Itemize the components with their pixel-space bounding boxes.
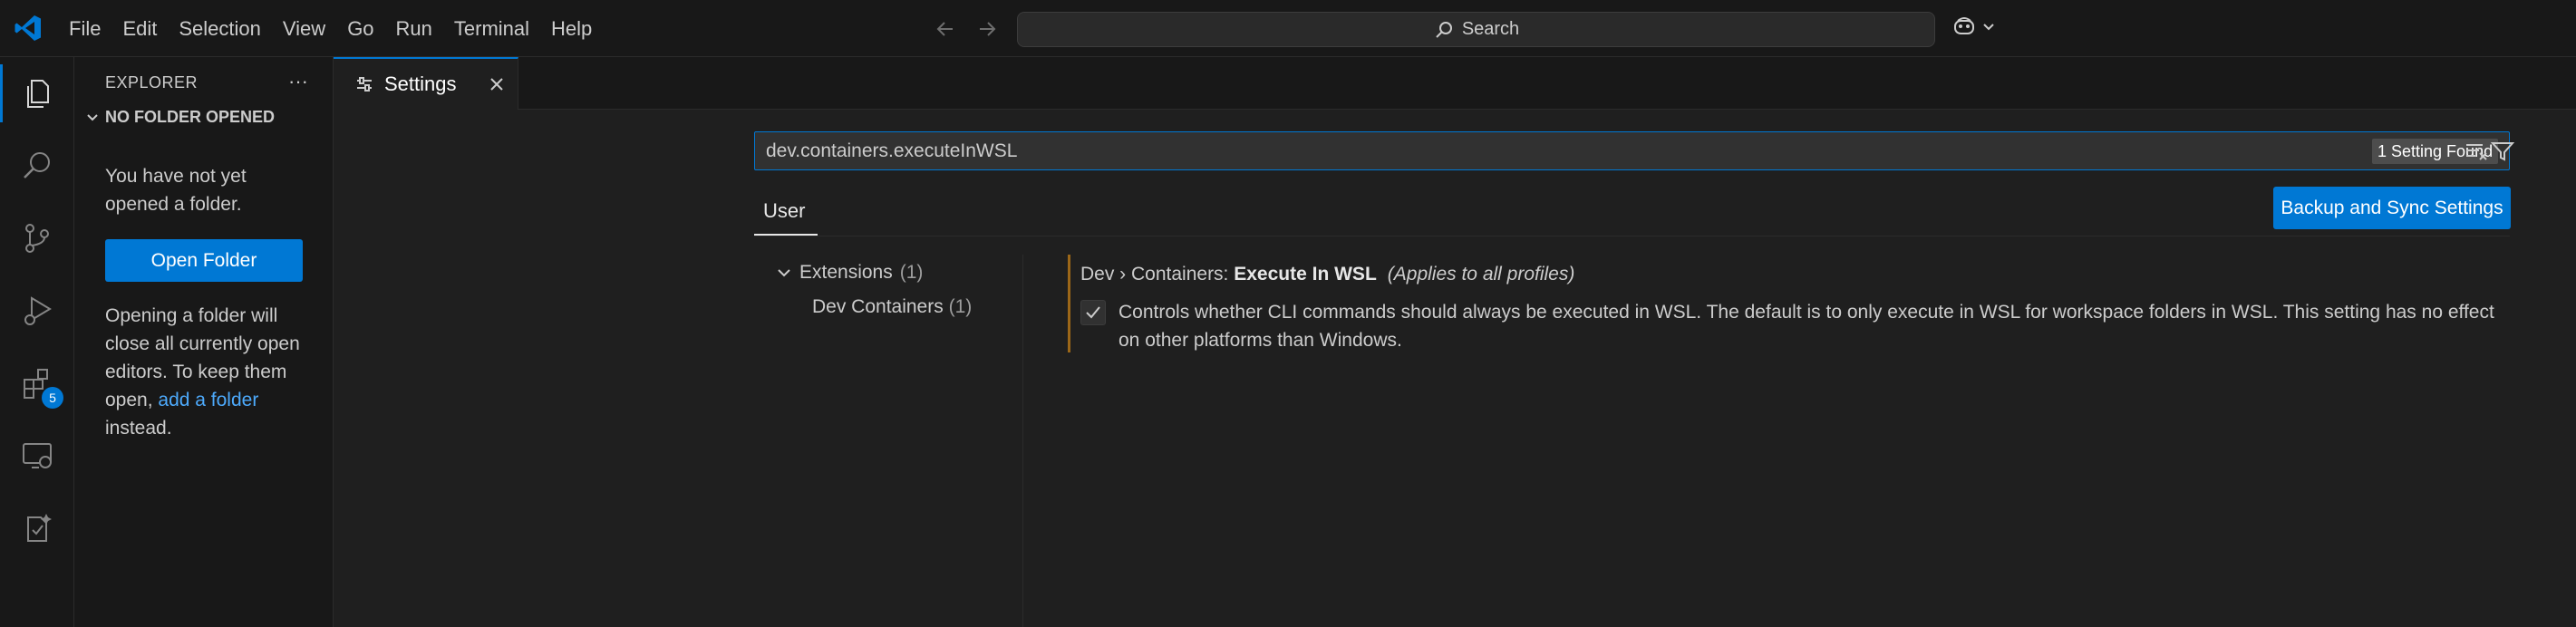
chevron-down-icon: [778, 269, 790, 277]
activity-remote-explorer[interactable]: [0, 420, 74, 492]
toc-extensions-label: Extensions: [799, 262, 893, 283]
vscode-logo-icon[interactable]: [13, 13, 44, 43]
menu-run[interactable]: Run: [385, 0, 443, 57]
settings-editor: dev.containers.executeInWSL 1 Setting Fo…: [334, 110, 2576, 627]
modified-indicator: [1068, 255, 1070, 352]
command-center-label: Search: [1461, 19, 1520, 39]
setting-title: Dev › Containers: Execute In WSL (Applies…: [1080, 264, 1574, 285]
menu-go[interactable]: Go: [336, 0, 384, 57]
navigation-arrows: [929, 13, 1003, 45]
activity-testing[interactable]: [0, 492, 74, 564]
explorer-sidebar: EXPLORER ··· NO FOLDER OPENED You have n…: [74, 57, 334, 627]
forward-arrow-icon[interactable]: [971, 13, 1003, 45]
menu-help[interactable]: Help: [540, 0, 603, 57]
editor-tabs: Settings: [334, 57, 2576, 110]
search-icon: [1436, 21, 1452, 38]
toc-dev-containers-label: Dev Containers: [812, 296, 944, 317]
tab-settings[interactable]: Settings: [334, 57, 518, 110]
toc-divider: [1022, 255, 1023, 627]
toc-item-extensions[interactable]: Extensions (1): [776, 262, 923, 284]
activity-source-control[interactable]: [0, 202, 74, 275]
back-arrow-icon[interactable]: [929, 13, 962, 45]
activity-run-debug[interactable]: [0, 275, 74, 347]
open-folder-hint: Opening a folder will close all currentl…: [105, 302, 314, 442]
tab-label: Settings: [384, 72, 457, 95]
chevron-down-icon: [1983, 24, 1994, 31]
sidebar-title: EXPLORER: [105, 73, 199, 92]
filter-icon[interactable]: [2491, 140, 2514, 162]
testing-icon: [27, 514, 52, 542]
toc-item-dev-containers[interactable]: Dev Containers (1): [812, 296, 972, 318]
hint-text-after: instead.: [105, 418, 172, 439]
open-folder-button[interactable]: Open Folder: [105, 239, 303, 282]
extensions-badge: 5: [42, 387, 63, 409]
menu-view[interactable]: View: [272, 0, 336, 57]
settings-sliders-icon: [357, 77, 372, 92]
add-folder-link[interactable]: add a folder: [158, 390, 258, 410]
menu-edit[interactable]: Edit: [111, 0, 168, 57]
more-actions-icon[interactable]: ···: [288, 70, 308, 93]
clear-filter-icon[interactable]: [2465, 141, 2488, 161]
menu-bar: File Edit Selection View Go Run Terminal…: [58, 0, 603, 57]
setting-scope-note: (Applies to all profiles): [1387, 264, 1575, 285]
menu-terminal[interactable]: Terminal: [443, 0, 540, 57]
copilot-icon: [1954, 17, 1974, 34]
setting-description: Controls whether CLI commands should alw…: [1119, 302, 2494, 351]
setting-category: Dev › Containers:: [1080, 264, 1235, 285]
tab-user-settings[interactable]: User: [763, 199, 805, 223]
source-control-icon: [25, 224, 49, 253]
toc-extensions-count: (1): [899, 262, 924, 283]
setting-checkbox[interactable]: [1080, 300, 1106, 325]
explorer-icon: [27, 80, 49, 108]
copilot-menu[interactable]: [1951, 13, 1996, 40]
search-icon: [24, 152, 50, 178]
checkmark-icon: [1086, 306, 1100, 319]
setting-name: Execute In WSL: [1234, 264, 1377, 285]
command-center-search[interactable]: Search: [1017, 12, 1935, 47]
remote-explorer-icon: [23, 443, 52, 468]
section-title: NO FOLDER OPENED: [105, 108, 276, 126]
no-folder-message: You have not yet opened a folder.: [105, 166, 247, 215]
activity-search[interactable]: [0, 130, 74, 202]
menu-file[interactable]: File: [58, 0, 111, 57]
title-bar: File Edit Selection View Go Run Terminal…: [0, 0, 2576, 57]
menu-selection[interactable]: Selection: [168, 0, 272, 57]
no-folder-section-header[interactable]: NO FOLDER OPENED: [85, 108, 275, 127]
run-debug-icon: [24, 296, 52, 325]
activity-explorer[interactable]: [0, 57, 74, 130]
chevron-down-icon: [87, 113, 98, 121]
activity-bar: 5: [0, 57, 74, 627]
toc-dev-containers-count: (1): [948, 296, 973, 317]
search-query: dev.containers.executeInWSL: [766, 140, 1018, 161]
backup-sync-button[interactable]: Backup and Sync Settings: [2273, 187, 2511, 229]
settings-search-input[interactable]: dev.containers.executeInWSL 1 Setting Fo…: [754, 131, 2514, 170]
settings-toc: Extensions (1) Dev Containers (1): [776, 262, 972, 317]
close-icon[interactable]: [486, 73, 508, 101]
activity-extensions[interactable]: 5: [0, 347, 74, 420]
